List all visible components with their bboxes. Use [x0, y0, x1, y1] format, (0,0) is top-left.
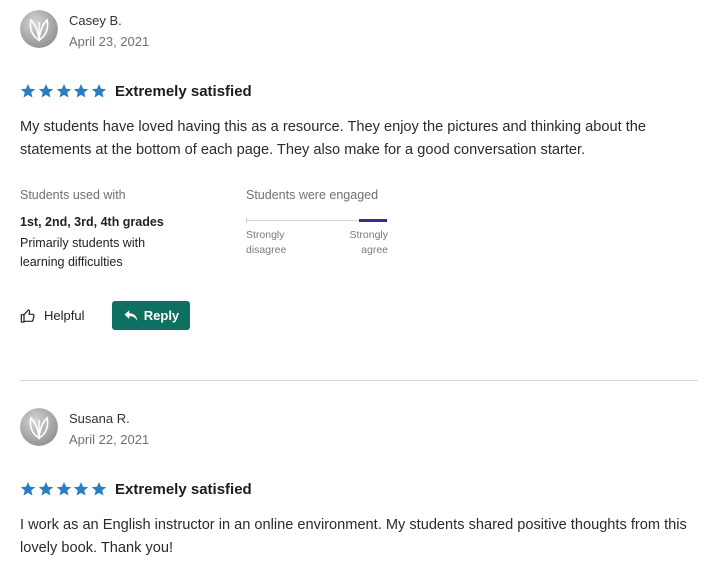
leaf-avatar-icon — [20, 408, 58, 446]
star-icon — [73, 83, 89, 99]
review-date: April 22, 2021 — [69, 432, 150, 447]
engagement-level-marker — [359, 219, 387, 222]
engagement-title: Students were engaged — [246, 188, 379, 202]
star-icon — [56, 481, 72, 497]
star-icon — [91, 481, 107, 497]
engagement-bar — [246, 213, 388, 227]
scale-high-line2: agree — [361, 244, 388, 256]
star-icon — [38, 481, 54, 497]
star-rating — [20, 481, 109, 497]
scale-low-line2: disagree — [246, 244, 287, 256]
review-card: Susana R. April 22, 2021 Extremely satis… — [20, 408, 698, 560]
engagement-start-tick — [246, 218, 247, 223]
avatar — [20, 408, 58, 446]
students-note: Primarily students with learning difficu… — [20, 236, 146, 269]
rating-label: Extremely satisfied — [114, 480, 252, 498]
review-details: Students used with 1st, 2nd, 3rd, 4th gr… — [20, 188, 698, 274]
reviewer-name: Susana R. — [69, 411, 130, 426]
reply-label: Reply — [143, 308, 180, 323]
star-icon — [20, 481, 36, 497]
reply-button[interactable]: Reply — [112, 301, 191, 330]
star-icon — [91, 83, 107, 99]
review-date: April 23, 2021 — [69, 34, 150, 49]
engagement-scale: Students were engaged Strongly disagree … — [246, 188, 391, 274]
scale-low-line1: Strongly — [246, 229, 285, 241]
rating-label: Extremely satisfied — [114, 82, 252, 100]
review-divider — [20, 380, 698, 381]
scale-label-low: Strongly disagree — [246, 228, 286, 258]
review-card: Casey B. April 23, 2021 Extremely satisf… — [20, 10, 698, 330]
students-used-with-title: Students used with — [20, 188, 126, 202]
helpful-label: Helpful — [44, 308, 85, 323]
review-text: I work as an English instructor in an on… — [20, 517, 687, 556]
leaf-avatar-icon — [20, 10, 58, 48]
thumbs-up-icon — [20, 308, 35, 323]
review-text: My students have loved having this as a … — [20, 119, 647, 158]
review-header: Susana R. April 22, 2021 — [20, 408, 698, 450]
grades-value: 1st, 2nd, 3rd, 4th grades — [20, 215, 164, 229]
star-icon — [56, 83, 72, 99]
rating-row: Extremely satisfied — [20, 478, 698, 500]
helpful-button[interactable]: Helpful — [20, 308, 84, 324]
reply-arrow-icon — [124, 310, 138, 321]
scale-label-high: Strongly agree — [349, 228, 388, 258]
review-header: Casey B. April 23, 2021 — [20, 10, 698, 52]
star-icon — [38, 83, 54, 99]
star-icon — [20, 83, 36, 99]
scale-high-line1: Strongly — [349, 229, 388, 241]
reviewer-name: Casey B. — [69, 13, 122, 28]
star-rating — [20, 83, 109, 99]
avatar — [20, 10, 58, 48]
review-actions: Helpful Reply — [20, 301, 698, 330]
rating-row: Extremely satisfied — [20, 80, 698, 102]
star-icon — [73, 481, 89, 497]
